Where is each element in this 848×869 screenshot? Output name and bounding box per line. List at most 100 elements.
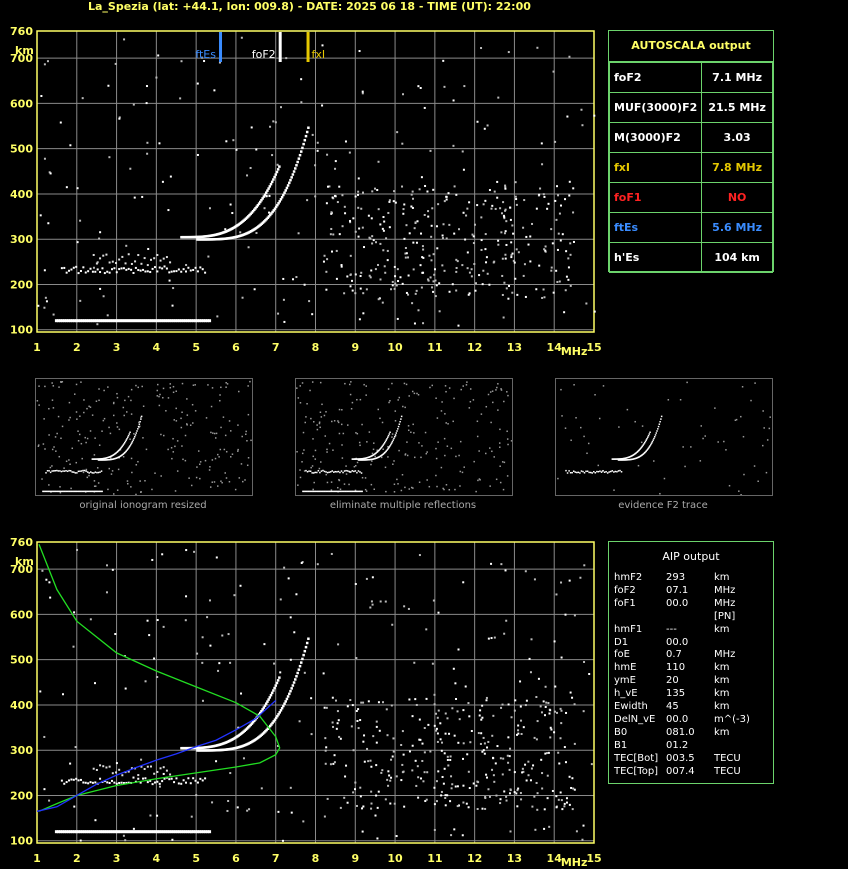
thumbnail-pixel [417,394,420,396]
thumbnail-pixel [51,448,54,451]
noise-dot [418,188,421,191]
echo-dot [180,270,183,273]
noise-dot [310,733,313,736]
thumbnail-pixel [397,399,399,401]
thumbnail-pixel [296,450,298,453]
noise-dot [420,232,423,235]
noise-dot [338,233,341,236]
f2-x-trace-point [291,173,295,176]
noise-dot [362,292,365,295]
thumbnail-pixel [299,469,301,471]
noise-dot [79,219,82,222]
noise-dot [490,637,493,640]
thumbnail-pixel [219,448,222,451]
thumbnail-pixel [86,476,89,479]
f2-x-trace-point [298,153,302,157]
noise-dot [374,814,377,817]
noise-dot [161,553,164,556]
noise-dot [370,765,373,768]
f2-trace-point [268,696,272,699]
thumbnail-pixel [339,471,341,474]
f2-x-trace-point [301,657,304,661]
thumbnail-pixel [653,437,655,440]
f2-x-trace-point [289,178,292,182]
thumbnail-pixel [583,472,586,474]
f2-x-trace-point [288,181,291,185]
noise-dot [179,97,182,100]
noise-dot [541,772,544,775]
thumbnail-pixel [137,425,140,428]
noise-dot [524,704,527,707]
thumbnail-pixel [93,472,95,474]
noise-dot [195,794,198,797]
y-tick-label: 300 [10,233,33,246]
thumbnail-pixel [238,390,240,393]
noise-dot [417,85,420,88]
thumbnail-no-multiples [295,378,513,496]
thumbnail-pixel [86,407,88,410]
noise-dot [441,775,444,778]
thumbnail-pixel [489,447,491,449]
thumbnail-pixel [492,401,494,404]
thumbnail-pixel [299,476,302,479]
thumbnail-pixel [421,445,423,447]
thumbnail-pixel [394,420,397,422]
noise-dot [433,724,436,727]
thumbnail-pixel [192,384,195,386]
noise-dot [346,801,349,804]
noise-dot [512,259,515,262]
thumbnail-pixel [44,385,46,388]
thumbnail-pixel [158,404,161,407]
noise-dot [96,323,99,326]
echo-dot [170,270,173,273]
noise-dot [488,189,491,192]
thumbnail-pixel [345,465,347,467]
thumbnail-pixel [127,436,129,438]
noise-dot [336,710,339,713]
noise-dot [500,563,503,566]
noise-dot [549,726,552,729]
echo-dot [118,781,121,784]
thumbnail-pixel [408,488,411,490]
noise-dot [529,671,532,674]
noise-dot [289,658,292,661]
noise-dot [384,271,387,274]
noise-dot [536,46,539,49]
noise-dot [260,787,263,790]
thumbnail-pixel [219,394,221,396]
noise-dot [363,760,366,763]
noise-dot [325,746,328,749]
noise-dot [504,253,507,256]
noise-dot [330,227,333,230]
thumbnail-pixel [308,470,310,472]
thumbnail-pixel [463,466,465,468]
noise-dot [462,784,465,787]
thumbnail-pixel [387,436,389,438]
echo-dot [102,765,105,768]
noise-dot [458,228,461,231]
noise-dot [437,203,440,206]
noise-dot [535,738,538,741]
echo-dot [77,779,80,782]
echo-dot [201,268,204,271]
thumbnail-pixel [102,419,105,422]
thumbnail-pixel [89,430,92,432]
noise-dot [484,248,487,251]
thumbnail-pixel [77,439,80,442]
noise-dot [468,715,471,718]
noise-dot [357,235,360,238]
thumbnail-pixel [574,471,577,473]
noise-dot [533,795,536,798]
noise-dot [482,749,485,752]
noise-dot [308,300,311,303]
noise-dot [426,278,429,281]
aip-unit: km [714,623,730,635]
thumbnail-pixel [172,385,175,388]
f2-x-trace-point [301,146,304,150]
noise-dot [432,290,435,293]
thumbnail-pixel [91,414,94,416]
noise-dot [541,163,544,166]
x-tick-label: 7 [272,852,280,865]
noise-dot [155,76,158,79]
noise-dot [407,607,410,610]
